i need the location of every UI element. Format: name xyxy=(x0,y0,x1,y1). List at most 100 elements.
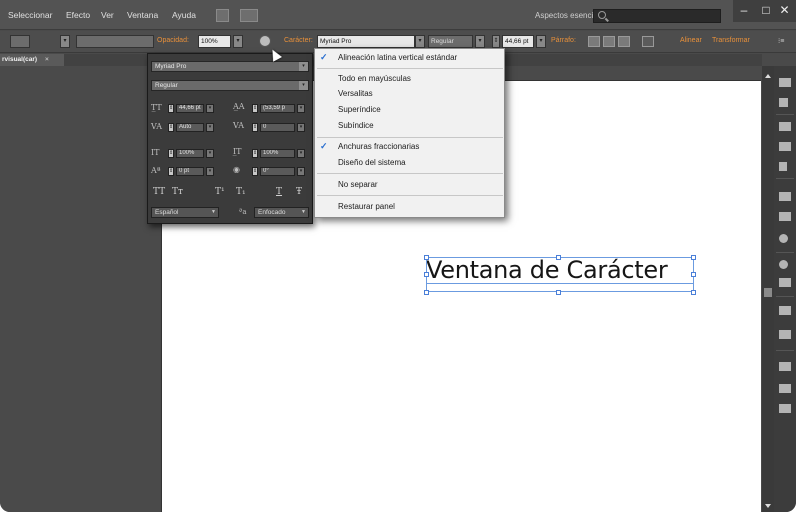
appearance-icon[interactable] xyxy=(779,260,788,269)
stroke-weight-field[interactable] xyxy=(10,35,30,48)
menu-item-standard-vertical-roman-alignment[interactable]: Alineación latina vertical estándar xyxy=(338,53,457,62)
opacity-label[interactable]: Opacidad: xyxy=(157,37,189,44)
close-button[interactable]: ✕ xyxy=(773,0,796,22)
align-left-icon[interactable] xyxy=(588,36,600,47)
play-actions-icon[interactable] xyxy=(779,98,788,107)
panel-leading-field[interactable]: (53,59 p xyxy=(260,104,295,113)
menu-seleccionar[interactable]: Seleccionar xyxy=(8,10,52,20)
menu-ver[interactable]: Ver xyxy=(101,10,114,20)
menu-item-all-caps[interactable]: Todo en mayúsculas xyxy=(338,74,411,83)
font-size-dropdown[interactable]: ▾ xyxy=(536,35,546,48)
font-size-spinner[interactable]: ⇕ xyxy=(168,104,174,113)
leading-spinner[interactable]: ⇕ xyxy=(252,104,258,113)
rotation-spinner[interactable]: ⇕ xyxy=(252,167,258,176)
rotation-dropdown[interactable]: ▾ xyxy=(297,167,305,176)
horizontal-scale-dropdown[interactable]: ▾ xyxy=(297,149,305,158)
opacity-dropdown[interactable]: ▾ xyxy=(233,35,243,48)
antialias-select[interactable]: Enfocado ▼ xyxy=(254,207,309,218)
scroll-thumb[interactable] xyxy=(764,288,772,297)
panel-menu-icon[interactable]: ⁝≡ xyxy=(778,37,784,45)
kerning-dropdown[interactable]: ▾ xyxy=(206,123,214,132)
panel-baseline-shift-field[interactable]: 0 pt xyxy=(176,167,204,176)
transform-label[interactable]: Transformar xyxy=(712,37,750,44)
resize-handle-br[interactable] xyxy=(691,290,696,295)
small-caps-button[interactable]: Tт xyxy=(172,187,183,197)
font-style-dropdown[interactable]: ▾ xyxy=(475,35,485,48)
panel-vertical-scale-field[interactable]: 100% xyxy=(176,149,204,158)
document-tab[interactable]: rvisual(car) × xyxy=(0,54,64,66)
vertical-scale-dropdown[interactable]: ▾ xyxy=(206,149,214,158)
minimize-button[interactable]: – xyxy=(733,0,755,22)
menu-item-system-layout[interactable]: Diseño del sistema xyxy=(338,158,406,167)
language-select[interactable]: Español ▼ xyxy=(151,207,219,218)
bridge-icon[interactable] xyxy=(216,9,229,22)
gradient-icon[interactable] xyxy=(779,212,791,221)
brushes-icon[interactable] xyxy=(779,142,791,151)
panel-kerning-field[interactable]: Auto xyxy=(176,123,204,132)
superscript-button[interactable]: T¹ xyxy=(215,187,225,197)
panel-horizontal-scale-field[interactable]: 100% xyxy=(260,149,295,158)
resize-handle-tr[interactable] xyxy=(691,255,696,260)
panel-font-family-select[interactable]: Myriad Pro ▾ xyxy=(151,61,309,72)
transparency-icon[interactable] xyxy=(779,234,788,243)
panel-font-style-select[interactable]: Regular ▾ xyxy=(151,80,309,91)
resize-handle-tl[interactable] xyxy=(424,255,429,260)
brush-field[interactable] xyxy=(76,35,154,48)
menu-item-reset-panel[interactable]: Restaurar panel xyxy=(338,202,395,211)
align-right-icon[interactable] xyxy=(618,36,630,47)
stroke-icon[interactable] xyxy=(779,192,791,201)
arrange-documents-icon[interactable] xyxy=(240,9,258,22)
menu-efecto[interactable]: Efecto xyxy=(66,10,90,20)
strikethrough-button[interactable]: Ŧ xyxy=(296,187,302,197)
font-size-input[interactable]: 44,66 pt xyxy=(502,35,534,48)
menu-ayuda[interactable]: Ayuda xyxy=(172,10,196,20)
stroke-dropdown[interactable]: ▾ xyxy=(60,35,70,48)
align-center-icon[interactable] xyxy=(603,36,615,47)
font-size-dropdown[interactable]: ▾ xyxy=(206,104,214,113)
align-label[interactable]: Alinear xyxy=(680,37,702,44)
panel-rotation-field[interactable]: 0° xyxy=(260,167,295,176)
font-family-dropdown[interactable]: ▾ xyxy=(415,35,425,48)
resize-handle-b[interactable] xyxy=(556,290,561,295)
panel-font-size-field[interactable]: 44,66 pt xyxy=(176,104,204,113)
character-label[interactable]: Carácter: xyxy=(284,37,313,44)
graphic-styles-icon[interactable] xyxy=(779,278,791,287)
resize-handle-r[interactable] xyxy=(691,272,696,277)
resize-handle-l[interactable] xyxy=(424,272,429,277)
swatches-icon[interactable] xyxy=(779,122,791,131)
artboards-icon[interactable] xyxy=(779,330,791,339)
symbols-icon[interactable] xyxy=(779,162,787,171)
kerning-spinner[interactable]: ⇕ xyxy=(168,123,174,132)
font-size-stepper[interactable]: ⇕ xyxy=(492,35,500,48)
scroll-down-icon[interactable] xyxy=(765,504,771,508)
underline-button[interactable]: T xyxy=(276,187,282,197)
color-panel-icon[interactable] xyxy=(779,78,791,87)
all-caps-button[interactable]: TT xyxy=(153,187,165,197)
resize-handle-t[interactable] xyxy=(556,255,561,260)
pathfinder-icon[interactable] xyxy=(779,404,791,413)
font-style-input[interactable]: Regular xyxy=(428,35,473,48)
scroll-up-icon[interactable] xyxy=(765,74,771,78)
subscript-button[interactable]: T₁ xyxy=(236,187,246,197)
menu-item-subscript[interactable]: Subíndice xyxy=(338,121,374,130)
font-family-input[interactable]: Myriad Pro xyxy=(317,35,415,48)
tab-close-icon[interactable]: × xyxy=(45,56,49,63)
resize-handle-bl[interactable] xyxy=(424,290,429,295)
menu-ventana[interactable]: Ventana xyxy=(127,10,158,20)
menu-item-no-break[interactable]: No separar xyxy=(338,180,378,189)
recolor-icon[interactable] xyxy=(259,35,271,47)
opacity-input[interactable]: 100% xyxy=(198,35,231,48)
puppet-warp-icon[interactable] xyxy=(642,36,654,47)
transform-panel-icon[interactable] xyxy=(779,362,791,371)
vertical-scrollbar[interactable] xyxy=(762,66,774,512)
baseline-shift-spinner[interactable]: ⇕ xyxy=(168,167,174,176)
baseline-shift-dropdown[interactable]: ▾ xyxy=(206,167,214,176)
tracking-spinner[interactable]: ⇕ xyxy=(252,123,258,132)
align-panel-icon[interactable] xyxy=(779,384,791,393)
menu-item-fractional-widths[interactable]: Anchuras fraccionarias xyxy=(338,142,419,151)
horizontal-scale-spinner[interactable]: ⇕ xyxy=(252,149,258,158)
help-search-input[interactable] xyxy=(593,9,721,23)
leading-dropdown[interactable]: ▾ xyxy=(297,104,305,113)
layers-icon[interactable] xyxy=(779,306,791,315)
panel-tracking-field[interactable]: 0 xyxy=(260,123,295,132)
